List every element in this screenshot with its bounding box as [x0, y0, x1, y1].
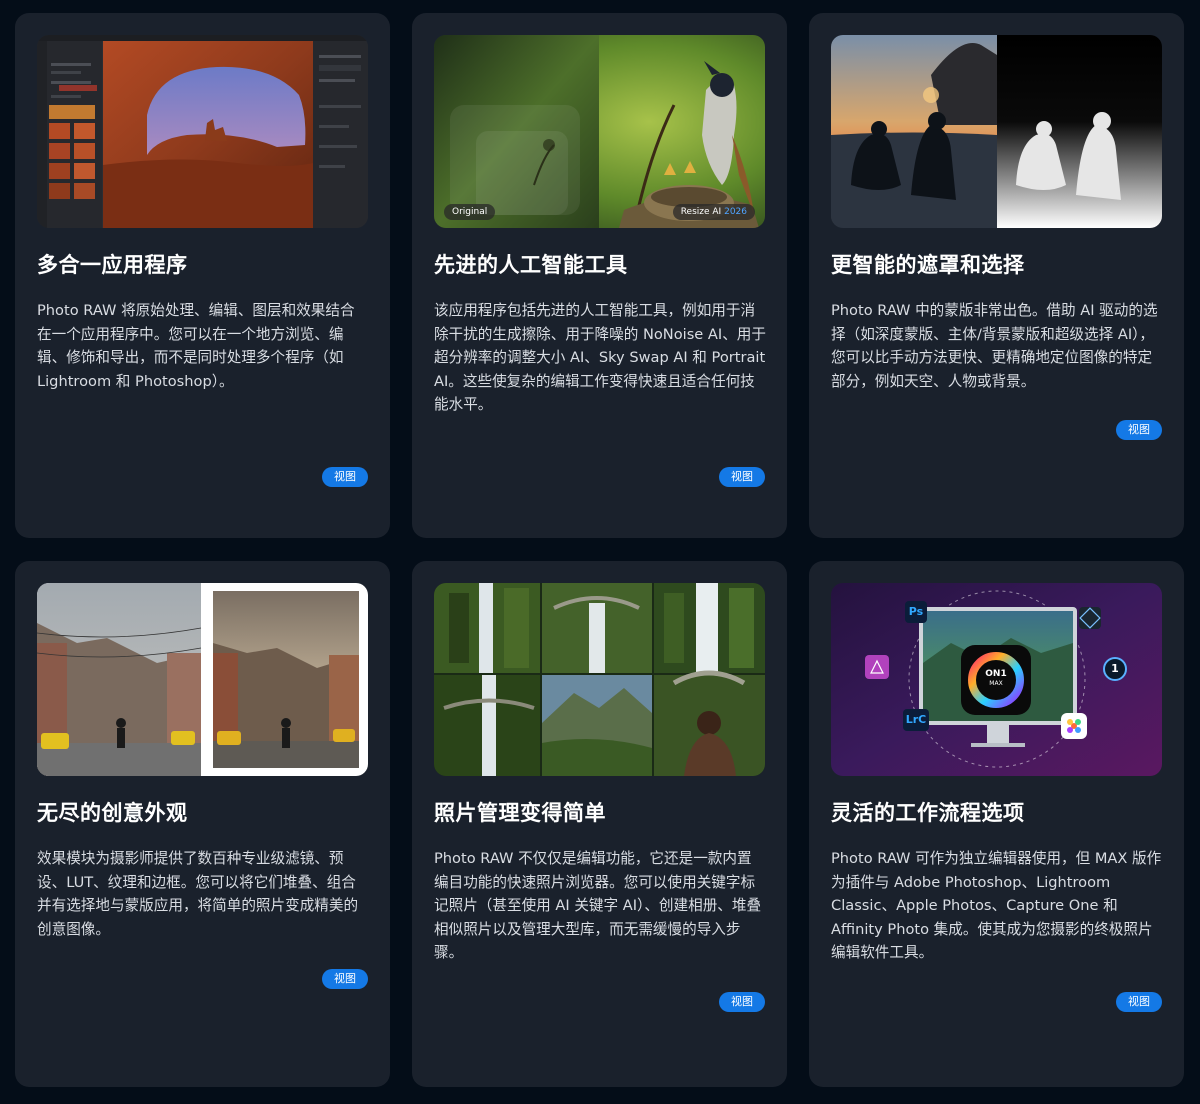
card-image-street-comparison	[37, 583, 368, 776]
resize-ai-label: Resize AI 2026	[672, 204, 755, 220]
card-description: 该应用程序包括先进的人工智能工具，例如用于消除干扰的生成擦除、用于降噪的 NoN…	[434, 302, 766, 414]
on1-max-icon: ON1 MAX	[981, 669, 1011, 689]
card-ai-tools: Original Resize AI 2026 先进的人工智能工具 该应用程序包…	[412, 13, 787, 538]
card-masking: 更智能的遮罩和选择 Photo RAW 中的蒙版非常出色。借助 AI 驱动的选择…	[809, 13, 1184, 538]
view-button[interactable]: 视图	[322, 467, 368, 487]
original-label: Original	[444, 204, 496, 220]
card-description: Photo RAW 可作为独立编辑器使用，但 MAX 版作为插件与 Adobe …	[831, 850, 1162, 962]
card-title: 更智能的遮罩和选择	[831, 253, 1025, 277]
card-image-waterfall-grid	[434, 583, 765, 776]
card-photo-management: 照片管理变得简单 Photo RAW 不仅仅是编辑功能，它还是一款内置编目功能的…	[412, 561, 787, 1087]
view-button[interactable]: 视图	[719, 992, 765, 1012]
original-label-text: Original	[452, 207, 488, 217]
card-description: Photo RAW 不仅仅是编辑功能，它还是一款内置编目功能的快速照片浏览器。您…	[434, 850, 762, 962]
card-image-beach-mask	[831, 35, 1162, 228]
card-title: 多合一应用程序	[37, 253, 188, 277]
card-title: 无尽的创意外观	[37, 801, 188, 825]
view-button[interactable]: 视图	[322, 969, 368, 989]
view-button[interactable]: 视图	[719, 467, 765, 487]
card-image-bird-comparison: Original Resize AI 2026	[434, 35, 765, 228]
card-description: Photo RAW 将原始处理、编辑、图层和效果结合在一个应用程序中。您可以在一…	[37, 302, 355, 390]
max-text: MAX	[989, 680, 1003, 687]
on1-text: ON1	[985, 669, 1007, 679]
card-description: 效果模块为摄影师提供了数百种专业级滤镜、预设、LUT、纹理和边框。您可以将它们堆…	[37, 850, 359, 938]
view-button[interactable]: 视图	[1116, 420, 1162, 440]
card-title: 照片管理变得简单	[434, 801, 606, 825]
one-icon: 1	[1111, 662, 1119, 675]
card-image-app-screenshot	[37, 35, 368, 228]
card-creative-looks: 无尽的创意外观 效果模块为摄影师提供了数百种专业级滤镜、预设、LUT、纹理和边框…	[15, 561, 390, 1087]
view-button[interactable]: 视图	[1116, 992, 1162, 1012]
card-workflow: Ps LrC 1 ON1 MAX 灵活的工作流程选项 Photo RAW 可作为独…	[809, 561, 1184, 1087]
card-title: 先进的人工智能工具	[434, 253, 628, 277]
card-image-plugin-integrations: Ps LrC 1 ON1 MAX	[831, 583, 1162, 776]
resize-ai-label-text: Resize AI	[680, 207, 722, 217]
lrc-icon: LrC	[905, 713, 927, 726]
card-all-in-one: 多合一应用程序 Photo RAW 将原始处理、编辑、图层和效果结合在一个应用程…	[15, 13, 390, 538]
card-description: Photo RAW 中的蒙版非常出色。借助 AI 驱动的选择（如深度蒙版、主体/…	[831, 302, 1158, 390]
card-title: 灵活的工作流程选项	[831, 801, 1025, 825]
ps-icon: Ps	[908, 605, 924, 618]
resize-ai-year: 2026	[724, 207, 747, 217]
